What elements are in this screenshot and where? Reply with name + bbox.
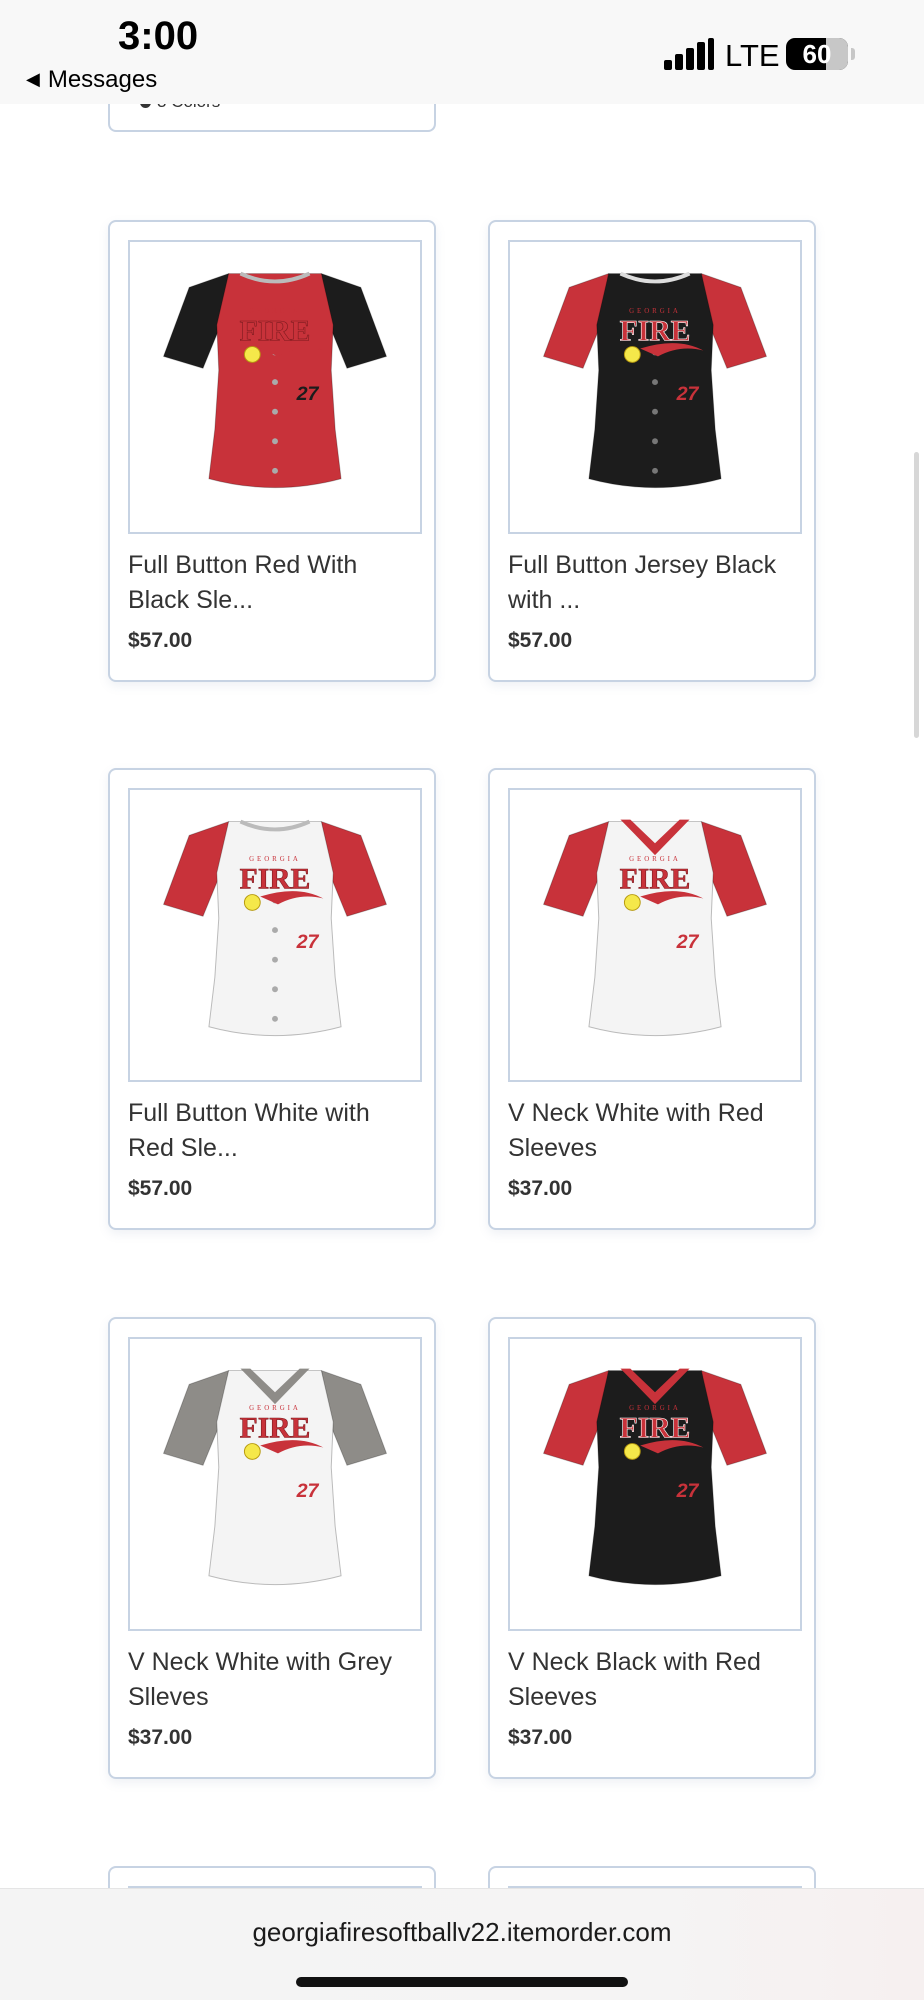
network-type: LTE [725, 38, 780, 73]
address-bar[interactable]: georgiafiresoftballv22.itemorder.com [0, 1888, 924, 2000]
logo-big-text: FIRE [240, 1413, 311, 1445]
product-image[interactable]: GEORGIA FIRE 27 [508, 240, 802, 534]
battery-level: 60 [802, 39, 832, 69]
softball-icon [243, 894, 261, 911]
product-name[interactable]: Full Button Jersey Black with ... [508, 548, 808, 618]
logo-small-text: GEORGIA [249, 856, 301, 863]
product-card[interactable]: GEORGIA FIRE 27 Full Button Jersey Black wi… [488, 220, 816, 682]
product-price: $37.00 [508, 1726, 573, 1749]
scrollbar[interactable] [914, 452, 919, 738]
jersey-button [652, 408, 658, 415]
product-name[interactable]: V Neck White with Red Sleeves [508, 1096, 808, 1166]
battery-icon: 60 [786, 38, 848, 70]
back-to-messages-link[interactable]: ◀ Messages [26, 66, 157, 94]
product-image[interactable]: GEORGIA FIRE 27 [508, 1337, 802, 1631]
battery-nub [851, 48, 855, 60]
product-image[interactable]: GEORGIA FIRE 27 [508, 788, 802, 1082]
jersey-button [652, 467, 658, 474]
jersey-number: 27 [676, 931, 700, 953]
product-image[interactable]: GEORGIA FIRE 27 [128, 788, 422, 1082]
jersey-button [272, 467, 278, 474]
back-label: Messages [47, 66, 158, 93]
jersey-button [652, 438, 658, 445]
product-card[interactable]: GEORGIA FIRE 27 Full Button Red With Black … [108, 220, 436, 682]
signal-strength-icon [664, 38, 714, 70]
logo-big-text: FIRE [620, 1413, 691, 1445]
product-price: $57.00 [508, 629, 573, 652]
logo-small-text: GEORGIA [249, 308, 301, 315]
jersey-button [652, 379, 658, 386]
logo-big-text: FIRE [620, 316, 691, 348]
product-name[interactable]: V Neck White with Grey Slleves [128, 1645, 428, 1715]
product-card[interactable]: GEORGIA FIRE 27 Full Button White with Red … [108, 768, 436, 1230]
url-text[interactable]: georgiafiresoftballv22.itemorder.com [0, 1917, 924, 1948]
product-image[interactable]: GEORGIA FIRE 27 [128, 240, 422, 534]
product-price: $57.00 [128, 629, 193, 652]
softball-icon [623, 1443, 641, 1460]
jersey-button [272, 986, 278, 993]
softball-icon [243, 1443, 261, 1460]
jersey-number: 27 [296, 383, 320, 405]
jersey-number: 27 [676, 383, 700, 405]
back-arrow-icon: ◀ [26, 69, 40, 89]
jersey-button [272, 438, 278, 445]
jersey-number: 27 [296, 1480, 320, 1502]
product-name[interactable]: Full Button White with Red Sle... [128, 1096, 428, 1166]
logo-big-text: FIRE [240, 864, 311, 896]
softball-icon [243, 346, 261, 363]
logo-small-text: GEORGIA [629, 1405, 681, 1412]
logo-small-text: GEORGIA [629, 856, 681, 863]
jersey-button [272, 1015, 278, 1022]
product-image[interactable]: GEORGIA FIRE 27 [128, 1337, 422, 1631]
product-card[interactable]: GEORGIA FIRE 27 V Neck White with Grey Slle… [108, 1317, 436, 1779]
jersey-button [272, 956, 278, 963]
product-name[interactable]: V Neck Black with Red Sleeves [508, 1645, 808, 1715]
softball-icon [623, 894, 641, 911]
product-card[interactable]: GEORGIA FIRE 27 V Neck Black with Red Sleev… [488, 1317, 816, 1779]
logo-big-text: FIRE [620, 864, 691, 896]
status-bar: 3:00 ◀ Messages LTE 60 [0, 0, 924, 104]
product-name[interactable]: Full Button Red With Black Sle... [128, 548, 428, 618]
jersey-button [272, 408, 278, 415]
logo-small-text: GEORGIA [249, 1405, 301, 1412]
home-indicator[interactable] [296, 1977, 628, 1987]
jersey-number: 27 [676, 1480, 700, 1502]
product-price: $37.00 [128, 1726, 193, 1749]
jersey-button [272, 379, 278, 386]
product-price: $37.00 [508, 1177, 573, 1200]
jersey-number: 27 [296, 931, 320, 953]
status-time: 3:00 [118, 14, 199, 58]
softball-icon [623, 346, 641, 363]
logo-big-text: FIRE [240, 316, 311, 348]
logo-small-text: GEORGIA [629, 308, 681, 315]
product-price: $57.00 [128, 1177, 193, 1200]
product-card[interactable]: GEORGIA FIRE 27 V Neck White with Red Sleev… [488, 768, 816, 1230]
jersey-button [272, 927, 278, 934]
